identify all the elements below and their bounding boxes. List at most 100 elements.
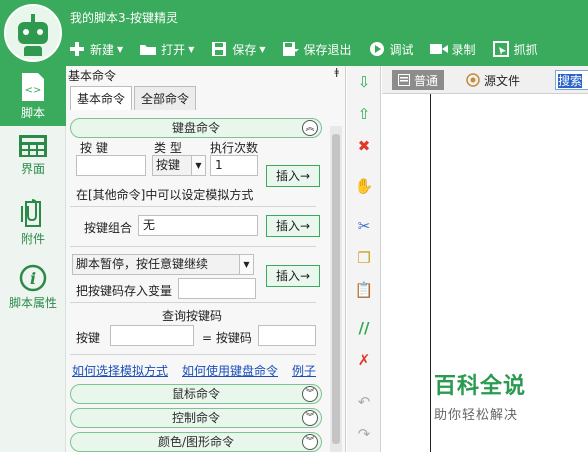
record-button[interactable]: 录制: [429, 41, 476, 58]
type-select-value: 按键: [156, 158, 181, 172]
scroll-thumb[interactable]: [332, 134, 340, 444]
delete-icon[interactable]: ✖: [347, 134, 381, 158]
nav-item-script-properties[interactable]: i 脚本属性: [0, 264, 66, 311]
type-label: 类 型: [154, 141, 182, 155]
chevron-down-icon: ▼: [259, 44, 266, 54]
insert-pause-button[interactable]: 插入→: [266, 265, 320, 287]
times-input[interactable]: 1: [210, 155, 258, 176]
plus-icon: [68, 41, 86, 57]
divider: [70, 302, 316, 303]
copy-icon[interactable]: ❐: [347, 246, 381, 270]
tab-source-view[interactable]: 源文件: [460, 70, 526, 90]
list-icon: [398, 74, 410, 86]
pin-icon[interactable]: ǂ: [334, 67, 339, 78]
link-keyboard-usage[interactable]: 如何使用键盘命令: [182, 362, 278, 379]
tab-normal-view[interactable]: 普通: [392, 70, 445, 90]
save-exit-button-label: 保存退出: [303, 42, 352, 57]
record-button-label: 录制: [451, 42, 476, 57]
nav-item-label: 脚本属性: [8, 296, 57, 310]
insert-key-button[interactable]: 插入→: [266, 165, 320, 187]
chevron-down-icon: ▼: [191, 156, 205, 175]
combo-input[interactable]: 无: [138, 215, 258, 236]
section-label: 颜色/图形命令: [157, 435, 235, 449]
times-label: 执行次数: [210, 141, 259, 155]
link-example[interactable]: 例子: [292, 362, 316, 379]
undo-icon[interactable]: ↶: [347, 390, 381, 414]
script-icon: <>: [22, 73, 44, 101]
control-section-header[interactable]: 控制命令 ︾: [70, 408, 322, 428]
info-icon: i: [19, 264, 47, 292]
watermark-title: 百科全说: [434, 374, 527, 399]
debug-button-label: 调试: [389, 42, 414, 57]
expand-icon[interactable]: ︾: [302, 410, 318, 426]
expand-icon[interactable]: ︾: [302, 386, 318, 402]
move-up-icon[interactable]: ⇧: [347, 102, 381, 126]
query-key-input[interactable]: [110, 325, 194, 346]
redo-icon[interactable]: ↷: [347, 422, 381, 446]
svg-text:<>: <>: [25, 85, 42, 96]
uncomment-icon[interactable]: ✗: [347, 348, 381, 372]
svg-text:i: i: [30, 269, 36, 288]
comment-icon[interactable]: //: [347, 316, 381, 340]
section-label: 控制命令: [171, 411, 220, 425]
color-graphic-section-header[interactable]: 颜色/图形命令 ︾: [70, 432, 322, 452]
nav-item-label: 脚本: [20, 106, 45, 120]
mouse-section-header[interactable]: 鼠标命令 ︾: [70, 384, 322, 404]
section-label: 鼠标命令: [171, 387, 220, 401]
debug-button[interactable]: 调试: [368, 41, 414, 58]
cut-icon[interactable]: ✂: [347, 214, 381, 238]
divider: [70, 246, 316, 247]
folder-icon: [139, 41, 157, 57]
app-logo: [4, 4, 62, 62]
new-button-label: 新建: [90, 42, 115, 57]
panel-title: 基本命令: [68, 69, 117, 83]
main-toolbar: 新建 ▼ 打开 ▼ 保存 ▼ 保存退出 调试 录制 抓抓: [68, 38, 538, 60]
hand-icon[interactable]: ✋: [347, 174, 381, 198]
panel-scrollbar[interactable]: [330, 126, 342, 452]
new-button[interactable]: 新建 ▼: [68, 41, 123, 58]
save-exit-icon: [282, 41, 300, 57]
type-select[interactable]: 按键 ▼: [152, 155, 206, 176]
search-input[interactable]: 搜索: [555, 70, 588, 90]
tab-all-commands[interactable]: 全部命令: [134, 86, 197, 110]
title-bar: 我的脚本3-按键精灵 新建 ▼ 打开 ▼ 保存 ▼ 保存退出 调试 录制 抓抓: [0, 0, 588, 66]
open-button[interactable]: 打开 ▼: [139, 41, 194, 58]
query-code-label: = 按键码: [202, 331, 252, 345]
tab-source-label: 源文件: [484, 73, 521, 88]
chevron-down-icon: ▼: [239, 255, 253, 274]
insert-combo-button[interactable]: 插入→: [266, 215, 320, 237]
tab-basic-commands[interactable]: 基本命令: [70, 86, 133, 110]
nav-item-interface[interactable]: 界面: [0, 134, 66, 177]
query-code-input[interactable]: [258, 325, 316, 346]
paste-icon[interactable]: 📋: [347, 278, 381, 302]
store-variable-input[interactable]: [178, 278, 256, 299]
search-text: 搜索: [558, 74, 583, 88]
nav-item-attachment[interactable]: 附件: [0, 198, 66, 247]
save-button[interactable]: 保存 ▼: [210, 41, 266, 58]
move-down-icon[interactable]: ⇩: [347, 70, 381, 94]
store-label: 把按键码存入变量: [76, 284, 173, 298]
command-tabs: 基本命令 全部命令: [70, 86, 198, 110]
keyboard-section-header[interactable]: 键盘命令 ︽: [70, 118, 322, 138]
save-exit-button[interactable]: 保存退出: [282, 41, 352, 58]
expand-icon[interactable]: ︾: [302, 434, 318, 450]
command-panel: 基本命令 ǂ 基本命令 全部命令 键盘命令 ︽ 按 键 类 型 执行次数 按键 …: [66, 66, 346, 452]
play-icon: [368, 41, 386, 57]
capture-button[interactable]: 抓抓: [492, 41, 538, 58]
capture-button-label: 抓抓: [513, 42, 538, 57]
chevron-down-icon: ▼: [188, 44, 195, 54]
link-choose-mode[interactable]: 如何选择模拟方式: [72, 362, 168, 379]
nav-item-script[interactable]: <> 脚本: [0, 66, 66, 126]
divider: [70, 206, 316, 207]
watermark: 百科全说 助你轻松解决: [434, 368, 554, 423]
watermark-subtitle: 助你轻松解决: [434, 408, 519, 423]
script-editor: 普通 源文件 搜索 百科全说 助你轻松解决: [382, 66, 588, 452]
capture-icon: [492, 41, 510, 57]
pause-select[interactable]: 脚本暂停，按任意键继续 ▼: [72, 254, 254, 275]
key-input[interactable]: [76, 155, 146, 176]
section-label: 键盘命令: [171, 121, 220, 135]
left-nav: <> 脚本 界面 附件 i 脚本属性: [0, 66, 66, 452]
editor-gutter-line: [430, 94, 431, 452]
collapse-icon[interactable]: ︽: [302, 120, 318, 136]
record-icon: [429, 41, 448, 57]
